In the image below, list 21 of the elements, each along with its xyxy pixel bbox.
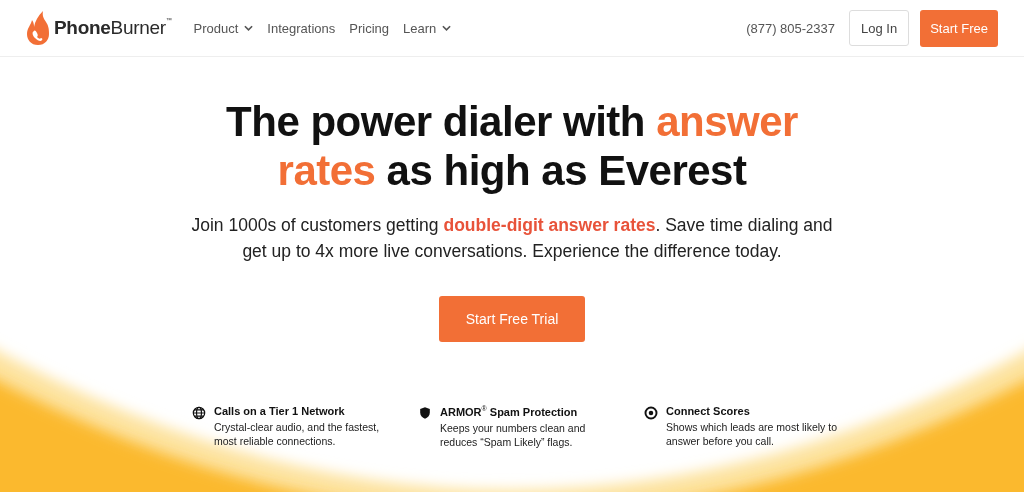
flame-logo-icon[interactable] [26,10,50,46]
nav-link[interactable]: Learn [403,20,452,36]
phone-number-link[interactable]: (877) 805-2337 [746,20,836,36]
nav-link[interactable]: Integrations [267,20,336,36]
feature-description: Shows which leads are most likely to answer before you call. [666,420,838,448]
globe-icon [192,406,206,420]
feature-description: Keeps your numbers clean and reduces “Spam Likely” flags. [440,420,587,449]
target-icon [644,406,658,420]
chevron-down-icon [244,25,254,31]
nav-link[interactable]: Product [193,20,254,36]
feature-title: Calls on a Tier 1 Network [214,405,346,417]
hero-subtitle: Join 1000s of customers getting double-digit answer rates. Save time dialing and get up to 4x more live conversations. Experience the difference today. [191,214,833,263]
shield-icon [418,406,432,420]
feature-description: Crystal-clear audio, and the fastest, most reliable connections. [214,420,381,448]
nav-link[interactable]: Pricing [349,20,389,36]
feature-title: ARMOR$^{®}$ Spam Protection [440,405,579,418]
hero-headline: The power dialer with answer rates as high as Everest [226,97,798,195]
chevron-down-icon [442,25,452,31]
login-button[interactable]: Log In [849,10,910,46]
feature-title: Connect Scores [666,405,751,417]
brand-wordmark[interactable]: PhoneBurner$^{™}$ [54,17,172,39]
